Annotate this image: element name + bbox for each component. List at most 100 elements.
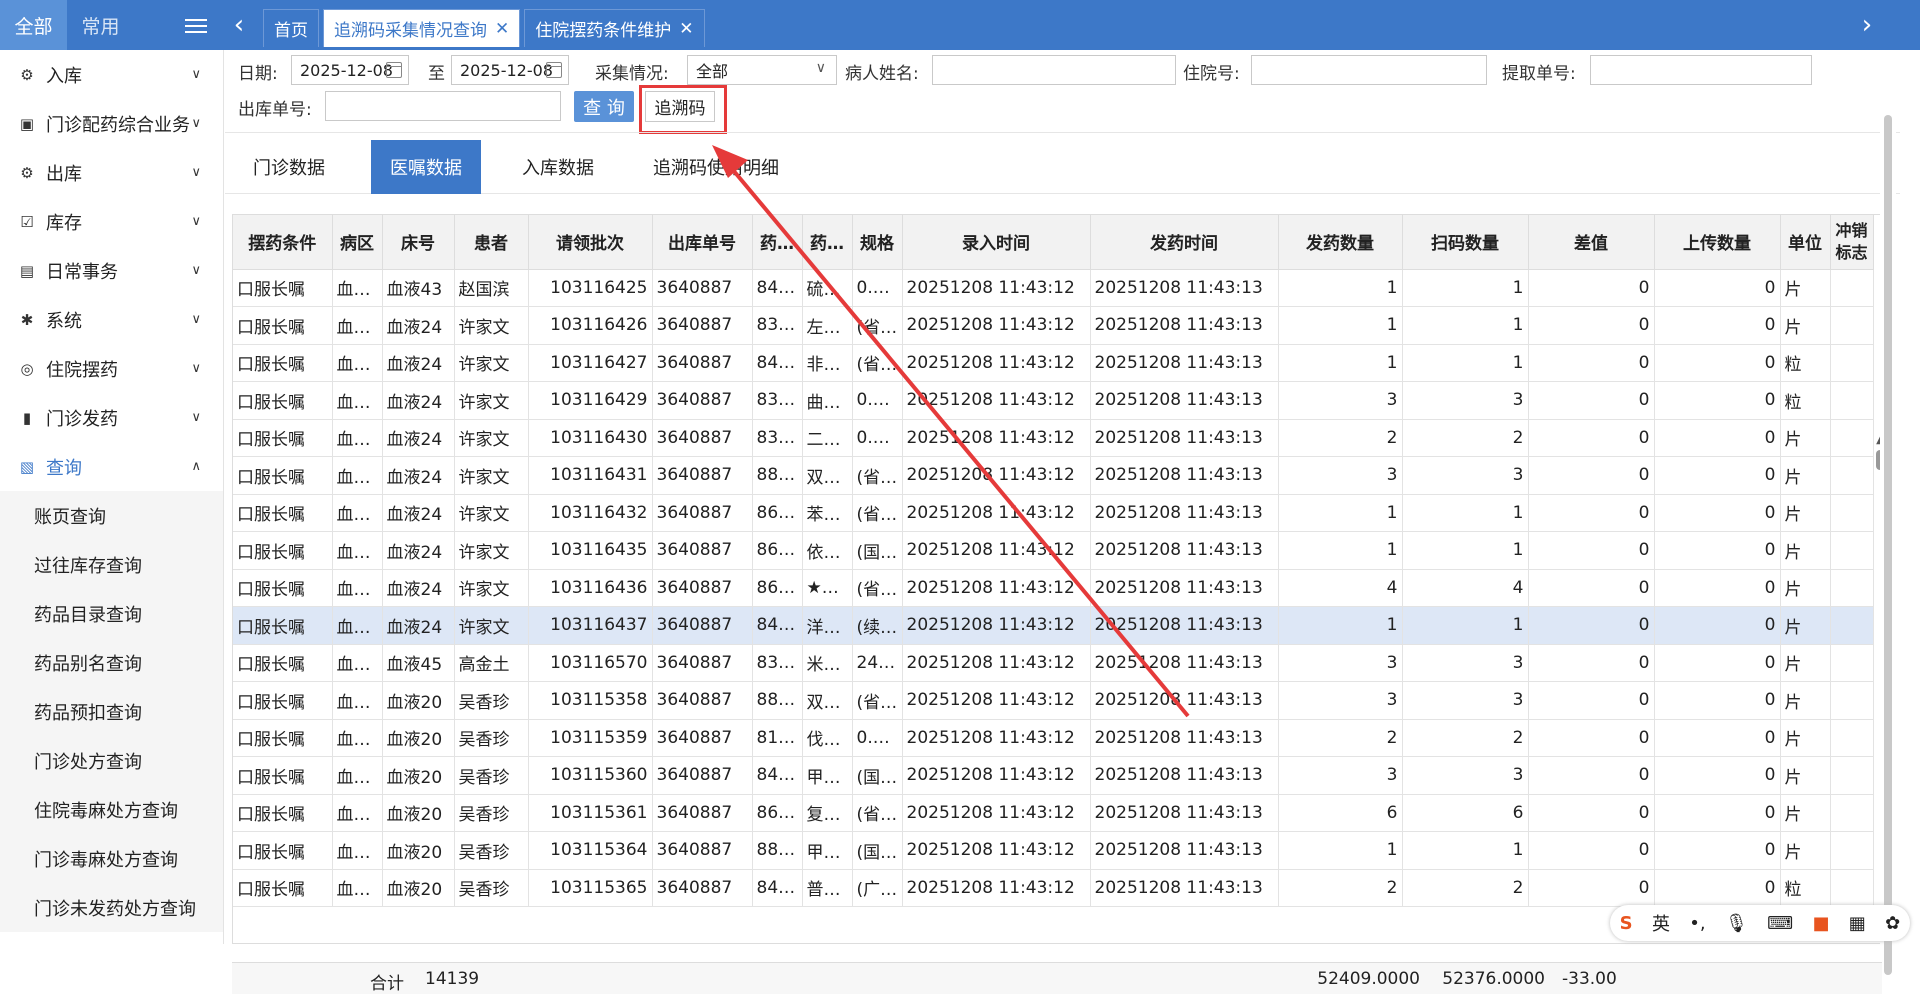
table-row[interactable]: 口服长嘱 血… 血液24 许家文 103116437 3640887 84… 洋… (续… 202… [233,606,1874,645]
column-header[interactable]: 扫码数量 [1402,215,1529,270]
column-header[interactable]: 床号 [382,215,455,270]
tab-scroll-left-icon[interactable]: ‹ [226,0,252,50]
table-cell: 吴香珍 [454,869,529,907]
table-row[interactable]: 口服长嘱 血… 血液24 许家文 103116435 3640887 86… 依… (国… 202… [233,531,1874,570]
menu-toggle-icon[interactable] [185,15,207,35]
calendar-icon[interactable] [386,62,402,78]
column-header[interactable]: 患者 [454,215,529,270]
page-scroll-thumb[interactable] [1884,115,1892,975]
subtab-trace-usage[interactable]: 追溯码使用明细 [641,140,791,194]
table-cell [1830,831,1874,870]
tab-trace-query[interactable]: 追溯码采集情况查询 ✕ [323,9,521,47]
sogou-logo-icon[interactable]: S [1620,913,1633,934]
table-cell: 20251208 11:43:12 [902,531,1091,570]
table-row[interactable]: 口服长嘱 血… 血液24 许家文 103116431 3640887 88… 双… (省… 202… [233,456,1874,495]
column-header[interactable]: 请领批次 [528,215,653,270]
column-header[interactable]: 发药数量 [1278,215,1403,270]
sidebar-subitem[interactable]: 药品预扣查询 [0,687,223,736]
column-header[interactable]: 摆药条件 [233,215,333,270]
punctuation-icon[interactable]: •, [1689,913,1705,934]
sidebar-item-pharmacy[interactable]: ▣ 门诊配药综合业务 ∨ [0,99,223,148]
table-row[interactable]: 口服长嘱 血… 血液43 赵国滨 103116425 3640887 84… 硫… 0.… 202… [233,269,1874,307]
collect-select[interactable]: 全部 ∨ [687,55,837,85]
sidebar-item-calendar[interactable]: ▤ 日常事务 ∨ [0,246,223,295]
sidebar-subitem[interactable]: 门诊处方查询 [0,736,223,785]
tab-scroll-right-icon[interactable]: › [1852,0,1882,50]
sidebar-subitem[interactable]: 药品目录查询 [0,589,223,638]
table-cell: 吴香珍 [454,831,529,870]
subtab-inbound[interactable]: 入库数据 [493,140,623,194]
table-row[interactable]: 口服长嘱 血… 血液24 许家文 103116429 3640887 83… 曲… 0.… 202… [233,381,1874,420]
column-header[interactable]: 差值 [1528,215,1655,270]
table-cell: 口服长嘱 [233,569,333,607]
ime-lang-toggle[interactable]: 英 [1652,910,1670,936]
sidebar-subitem[interactable]: 门诊未发药处方查询 [0,883,223,932]
grid-icon[interactable]: ▦ [1849,913,1866,934]
inpatient-no-input[interactable] [1251,55,1487,85]
sidebar-subitem[interactable]: 过往库存查询 [0,540,223,589]
table-row[interactable]: 口服长嘱 血… 血液24 许家文 103116436 3640887 86… ★… (省… 202… [233,569,1874,607]
tab-home[interactable]: 首页 [263,9,319,47]
skin-icon[interactable]: ✿ [1885,913,1900,934]
extract-no-input[interactable] [1590,55,1812,85]
subtab-orders[interactable]: 医嘱数据 [371,140,481,194]
date-to-input[interactable]: 2025-12-08 [451,55,569,85]
side-tab-common[interactable]: 常用 [67,0,134,50]
table-row[interactable]: 口服长嘱 血… 血液24 许家文 103116432 3640887 86… 苯… (省… 202… [233,494,1874,532]
column-header[interactable]: 录入时间 [902,215,1091,270]
footer-diff-total: -33.00 [1562,969,1617,989]
close-icon[interactable]: ✕ [679,19,693,39]
sidebar-item-dispense[interactable]: ◎ 住院摆药 ∨ [0,344,223,393]
table-row[interactable]: 口服长嘱 血… 血液20 吴香珍 103115361 3640887 86… 复… (省… 202… [233,794,1874,832]
query-button[interactable]: 查 询 [574,91,634,122]
table-row[interactable]: 口服长嘱 血… 血液20 吴香珍 103115365 3640887 84… 普… (广… 202… [233,869,1874,907]
table-cell: 0 [1528,719,1655,757]
table-cell: 片 [1780,456,1831,495]
column-header[interactable]: 药… [752,215,803,270]
gift-icon[interactable]: ■ [1812,913,1829,934]
sidebar-subitem[interactable]: 住院毒麻处方查询 [0,785,223,834]
sidebar-item-medicine[interactable]: ▮ 门诊发药 ∨ [0,393,223,442]
sidebar-item-search[interactable]: ▧ 查询 ∧ [0,442,223,491]
date-from-input[interactable]: 2025-12-08 [291,55,409,85]
column-header[interactable]: 药… [802,215,853,270]
column-header[interactable]: 病区 [332,215,383,270]
sidebar-item-inventory[interactable]: ☑ 库存 ∨ [0,197,223,246]
chevron-down-icon: ∨ [191,263,201,278]
table-row[interactable]: 口服长嘱 血… 血液20 吴香珍 103115364 3640887 88… 甲… (国… 202… [233,831,1874,870]
table-row[interactable]: 口服长嘱 血… 血液24 许家文 103116427 3640887 84… 非… (省… 202… [233,344,1874,382]
table-row[interactable]: 口服长嘱 血… 血液20 吴香珍 103115358 3640887 88… 双… (省… 202… [233,681,1874,720]
table-cell: 血液20 [382,756,455,795]
patient-name-input[interactable] [932,55,1176,85]
column-header[interactable]: 单位 [1780,215,1831,270]
sidebar-item-inbound[interactable]: ⚙ 入库 ∨ [0,50,223,99]
column-header[interactable]: 规格 [852,215,903,270]
table-cell: 3640887 [652,306,753,345]
outbound-no-input[interactable] [325,91,561,121]
page-scrollbar[interactable] [1880,100,1896,975]
sidebar-subitem[interactable]: 药品别名查询 [0,638,223,687]
close-icon[interactable]: ✕ [495,19,509,39]
table-row[interactable]: 口服长嘱 血… 血液20 吴香珍 103115360 3640887 84… 甲… (国… 202… [233,756,1874,795]
tab-dispense-condition[interactable]: 住院摆药条件维护 ✕ [524,9,705,47]
table-cell: 20251208 11:43:13 [1090,306,1279,345]
chevron-down-icon: ∨ [191,214,201,229]
subtab-outpatient[interactable]: 门诊数据 [225,140,353,194]
sidebar-item-gear[interactable]: ✱ 系统 ∨ [0,295,223,344]
side-tab-all[interactable]: 全部 [0,0,67,50]
sidebar-subitem[interactable]: 账页查询 [0,491,223,540]
column-header[interactable]: 上传数量 [1654,215,1781,270]
column-header[interactable]: 发药时间 [1090,215,1279,270]
table-row[interactable]: 口服长嘱 血… 血液20 吴香珍 103115359 3640887 81… 伐… 0.… 202… [233,719,1874,757]
to-label: 至 [428,64,445,84]
microphone-icon[interactable]: 🎙 [1725,913,1748,934]
table-row[interactable]: 口服长嘱 血… 血液24 许家文 103116430 3640887 83… 二… 0.… 202… [233,419,1874,457]
table-row[interactable]: 口服长嘱 血… 血液24 许家文 103116426 3640887 83… 左… (省… 202… [233,306,1874,345]
column-header[interactable]: 出库单号 [652,215,753,270]
sidebar-item-outbound[interactable]: ⚙ 出库 ∨ [0,148,223,197]
table-row[interactable]: 口服长嘱 血… 血液45 高金土 103116570 3640887 83… 米… 24… 202… [233,644,1874,682]
calendar-icon[interactable] [546,62,562,78]
sidebar-subitem[interactable]: 门诊毒麻处方查询 [0,834,223,883]
keyboard-icon[interactable]: ⌨ [1767,913,1793,934]
column-header[interactable]: 冲销标志 [1830,215,1874,270]
